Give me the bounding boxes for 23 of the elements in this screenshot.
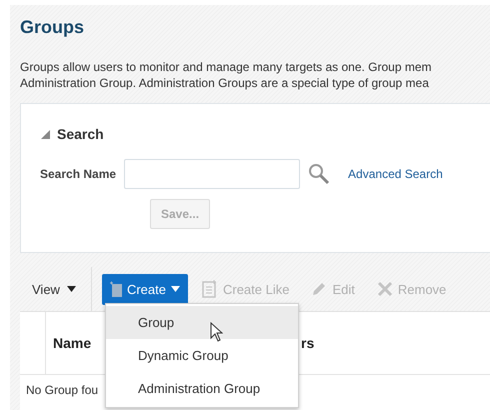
section-title: Search — [57, 126, 104, 142]
menu-item[interactable]: Administration Group — [106, 372, 298, 405]
search-field[interactable] — [124, 159, 300, 189]
menu-item[interactable]: Dynamic Group — [106, 339, 298, 372]
expanded-triangle-icon[interactable] — [40, 128, 51, 140]
field-label: Search Name — [40, 167, 116, 181]
empty-message: No Group fou — [26, 383, 98, 397]
view-menu-button[interactable]: View — [20, 274, 76, 304]
mouse-pointer-icon — [210, 322, 223, 342]
caret-icon — [66, 286, 76, 292]
description-text: Groups allow users to monitor and manage many targets as one. Group mem — [20, 59, 432, 75]
page-title: Groups — [20, 16, 84, 39]
search-icon[interactable] — [308, 163, 330, 185]
advanced-search-link[interactable]: Advanced Search — [348, 167, 443, 181]
menu-item[interactable]: Group — [106, 306, 298, 339]
column-header: Name — [53, 335, 92, 351]
column-header: rs — [301, 335, 314, 351]
toolbar-button[interactable]: Create — [102, 274, 188, 304]
x-icon — [376, 281, 393, 297]
copy-document-icon — [202, 280, 218, 298]
new-document-icon — [110, 281, 122, 297]
pencil-icon — [311, 281, 328, 297]
description-text: Administration Group. Administration Groups are a special type of group mea — [20, 75, 429, 91]
